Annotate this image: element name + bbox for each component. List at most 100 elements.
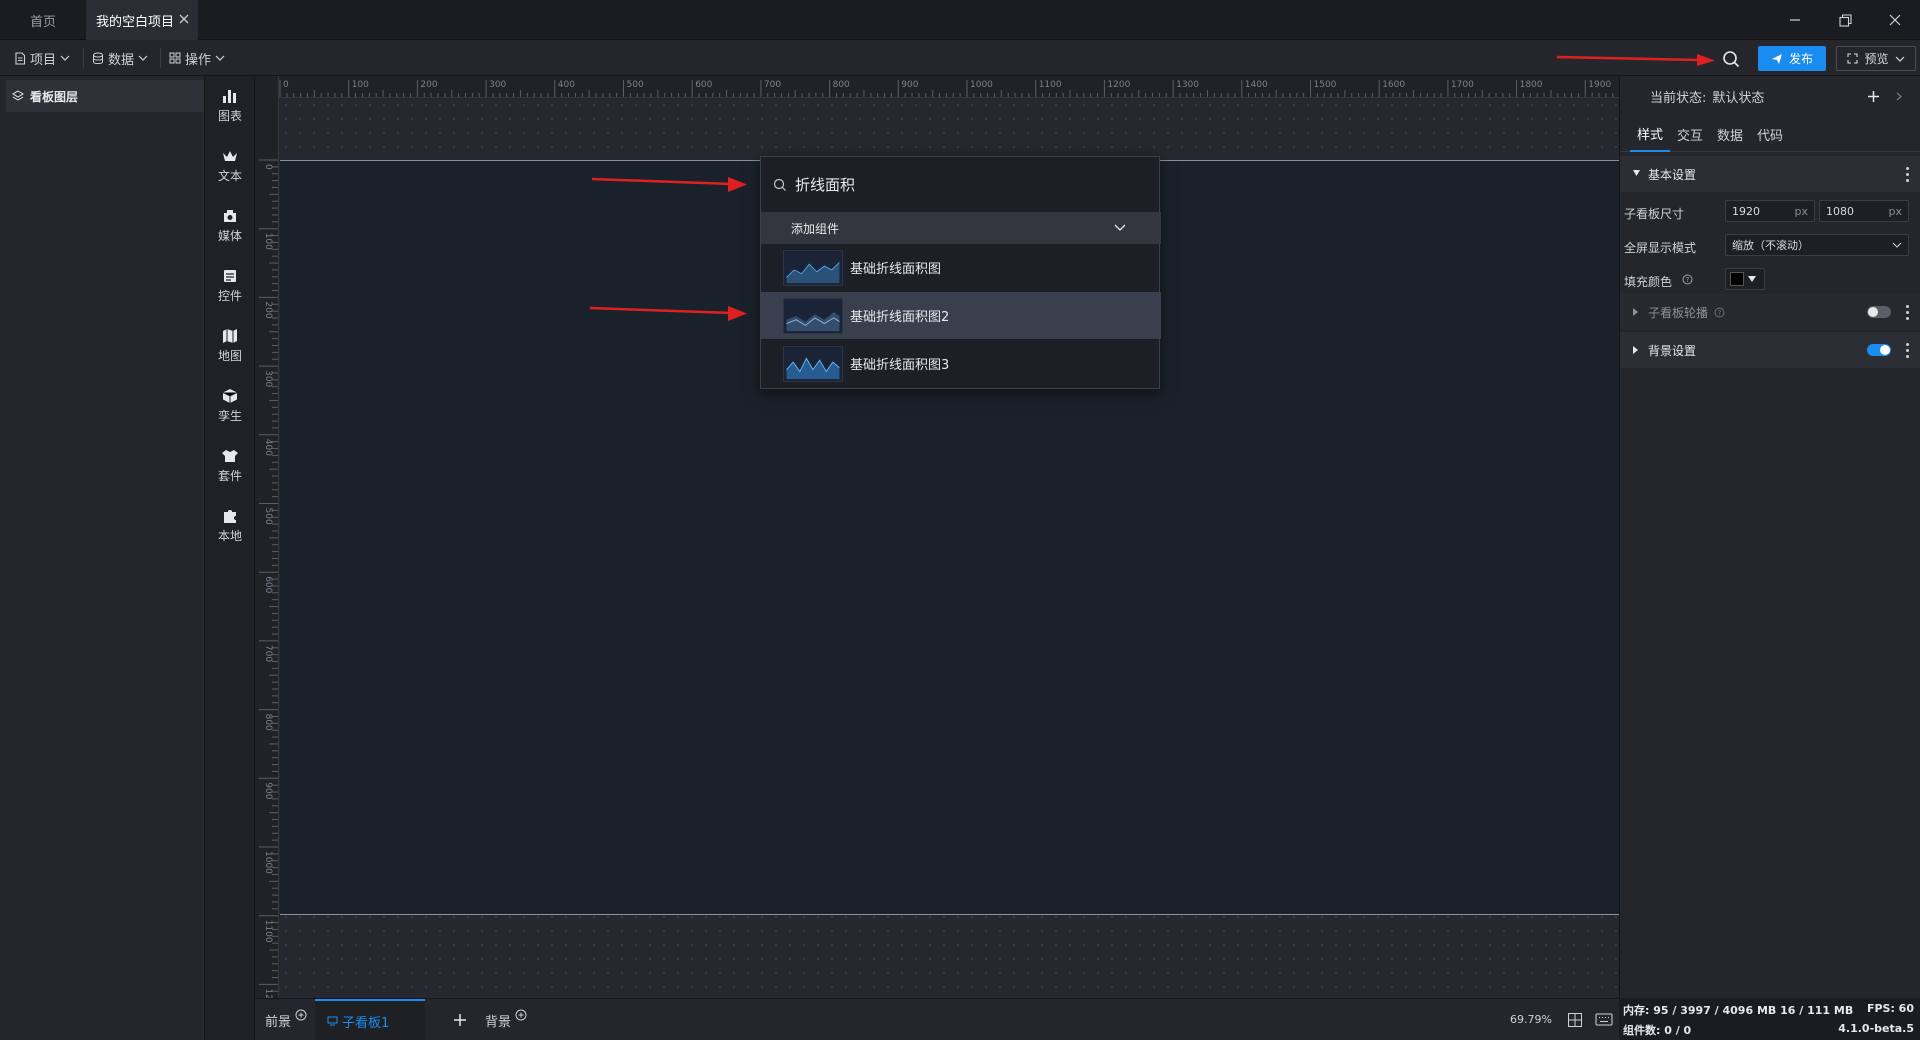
state-value[interactable]: 默认状态	[1712, 87, 1764, 106]
help-icon[interactable]: ?	[1714, 307, 1725, 318]
document-icon	[15, 51, 26, 65]
menu-project[interactable]: 项目	[14, 40, 70, 76]
tab-interaction[interactable]: 交互	[1670, 116, 1710, 152]
chevron-right-icon[interactable]	[1896, 92, 1902, 101]
category-text[interactable]: 文本	[205, 141, 255, 191]
area-chart-thumbnail	[783, 298, 843, 334]
board-width-input[interactable]: 1920 px	[1725, 200, 1815, 222]
area-chart-thumbnail	[783, 250, 843, 286]
ruler-label: 900	[901, 80, 918, 90]
search-icon	[773, 178, 786, 191]
area-chart-thumbnail	[783, 346, 843, 382]
current-state-row: 当前状态: 默认状态	[1620, 76, 1920, 116]
restore-icon	[1838, 13, 1852, 27]
board-height-input[interactable]: 1080 px	[1819, 200, 1909, 222]
category-twin[interactable]: 孪生	[205, 381, 255, 431]
color-swatch	[1730, 272, 1744, 286]
more-icon[interactable]	[1906, 305, 1910, 320]
ruler-label: 500	[263, 508, 273, 525]
search-icon	[1723, 51, 1740, 68]
fill-color-label: 填充颜色	[1624, 275, 1673, 289]
fps-counter: FPS: 60	[1866, 1002, 1914, 1015]
category-local[interactable]: 本地	[205, 501, 255, 551]
add-sub-board-button[interactable]	[453, 999, 467, 1040]
category-chart-label: 图表	[217, 109, 242, 123]
ruler-label: 800	[833, 80, 850, 90]
section-background-title: 背景设置	[1648, 343, 1697, 358]
ruler-label: 1200	[263, 988, 273, 998]
monitor-icon	[327, 1016, 338, 1026]
tab-home[interactable]: 首页	[0, 0, 86, 40]
menu-project-label: 项目	[30, 52, 57, 68]
category-media[interactable]: 媒体	[205, 201, 255, 251]
chevron-down-icon	[215, 55, 225, 61]
restore-button[interactable]	[1820, 0, 1870, 40]
result-item-selected[interactable]: 基础折线面积图2	[761, 292, 1161, 339]
horizontal-ruler: 0 100 200 300 400 500 600 700 800 900 1000 1100 1200…	[255, 76, 1619, 98]
ruler-label: 900	[263, 782, 273, 799]
component-search-input[interactable]: 折线面积	[761, 157, 1161, 212]
section-carousel-title: 子看板轮播	[1648, 305, 1709, 320]
chevron-down-icon	[138, 55, 148, 61]
category-kit-label: 套件	[217, 469, 242, 483]
section-basic-settings[interactable]: 基本设置	[1620, 156, 1920, 192]
ruler-label: 300	[489, 80, 506, 90]
publish-button[interactable]: 发布	[1758, 46, 1826, 71]
more-icon[interactable]	[1906, 167, 1910, 182]
ruler-label: 1500	[1314, 80, 1337, 90]
result-item[interactable]: 基础折线面积图	[761, 244, 1161, 291]
board-tab-bar: 前景 子看板1 背景 69.79%	[255, 998, 1619, 1040]
annotation-arrow	[1556, 54, 1715, 66]
board-width-value: 1920	[1732, 204, 1760, 218]
tab-foreground[interactable]: 前景	[265, 999, 307, 1040]
menu-operation[interactable]: 操作	[169, 40, 225, 76]
layers-header[interactable]: 看板图层	[6, 80, 204, 112]
tab-style[interactable]: 样式	[1630, 116, 1670, 152]
result-group-header[interactable]: 添加组件	[761, 212, 1161, 244]
properties-panel: 当前状态: 默认状态 样式 交互 数据 代码 基本设置 子看板尺寸 1920 p…	[1619, 76, 1920, 998]
window-close-button[interactable]	[1870, 0, 1920, 40]
more-icon[interactable]	[1906, 343, 1910, 358]
section-basic-title: 基本设置	[1648, 167, 1697, 182]
add-circle-icon[interactable]	[295, 1009, 307, 1021]
tab-data[interactable]: 数据	[1710, 116, 1750, 152]
ruler-label: 1800	[1520, 80, 1543, 90]
help-icon[interactable]: ?	[1682, 274, 1693, 285]
section-background-settings[interactable]: 背景设置	[1620, 332, 1920, 368]
ruler-label: 100	[263, 233, 273, 250]
tab-background[interactable]: 背景	[485, 999, 527, 1040]
close-icon	[1889, 14, 1901, 26]
ruler-label: 500	[627, 80, 644, 90]
background-toggle[interactable]	[1867, 344, 1891, 356]
minimize-button[interactable]	[1770, 0, 1820, 40]
chevron-down-icon[interactable]	[1895, 55, 1905, 63]
category-chart[interactable]: 图表	[205, 81, 255, 131]
ruler-label: 1000	[970, 80, 993, 90]
search-button[interactable]	[1720, 48, 1744, 70]
tab-code[interactable]: 代码	[1750, 116, 1790, 152]
category-map[interactable]: 地图	[205, 321, 255, 371]
zoom-level[interactable]: 69.79%	[1510, 1013, 1552, 1026]
category-control[interactable]: 控件	[205, 261, 255, 311]
tab-my-project[interactable]: 我的空白项目	[86, 0, 198, 40]
close-icon[interactable]	[178, 13, 190, 25]
add-state-icon[interactable]	[1867, 90, 1880, 103]
keyboard-icon[interactable]	[1595, 1013, 1613, 1026]
board-size-label: 子看板尺寸	[1624, 207, 1685, 221]
carousel-toggle[interactable]	[1867, 306, 1891, 318]
preview-button[interactable]: 预览	[1836, 46, 1916, 71]
section-sub-board-carousel[interactable]: 子看板轮播 ?	[1620, 294, 1920, 330]
result-item[interactable]: 基础折线面积图3	[761, 340, 1161, 387]
fit-screen-icon[interactable]	[1567, 1012, 1583, 1028]
ruler-label: 0	[283, 80, 289, 90]
fill-color-picker[interactable]	[1725, 268, 1765, 290]
caret-down-icon	[1633, 170, 1640, 176]
tab-sub-board-1[interactable]: 子看板1	[315, 999, 425, 1040]
ruler-label: 1200	[1107, 80, 1130, 90]
ruler-label: 200	[263, 301, 273, 318]
add-circle-icon[interactable]	[515, 1009, 527, 1021]
category-kit[interactable]: 套件	[205, 441, 255, 491]
chevron-down-icon	[60, 55, 70, 61]
fullscreen-mode-select[interactable]: 缩放（不滚动）	[1725, 234, 1909, 256]
menu-data[interactable]: 数据	[92, 40, 148, 76]
